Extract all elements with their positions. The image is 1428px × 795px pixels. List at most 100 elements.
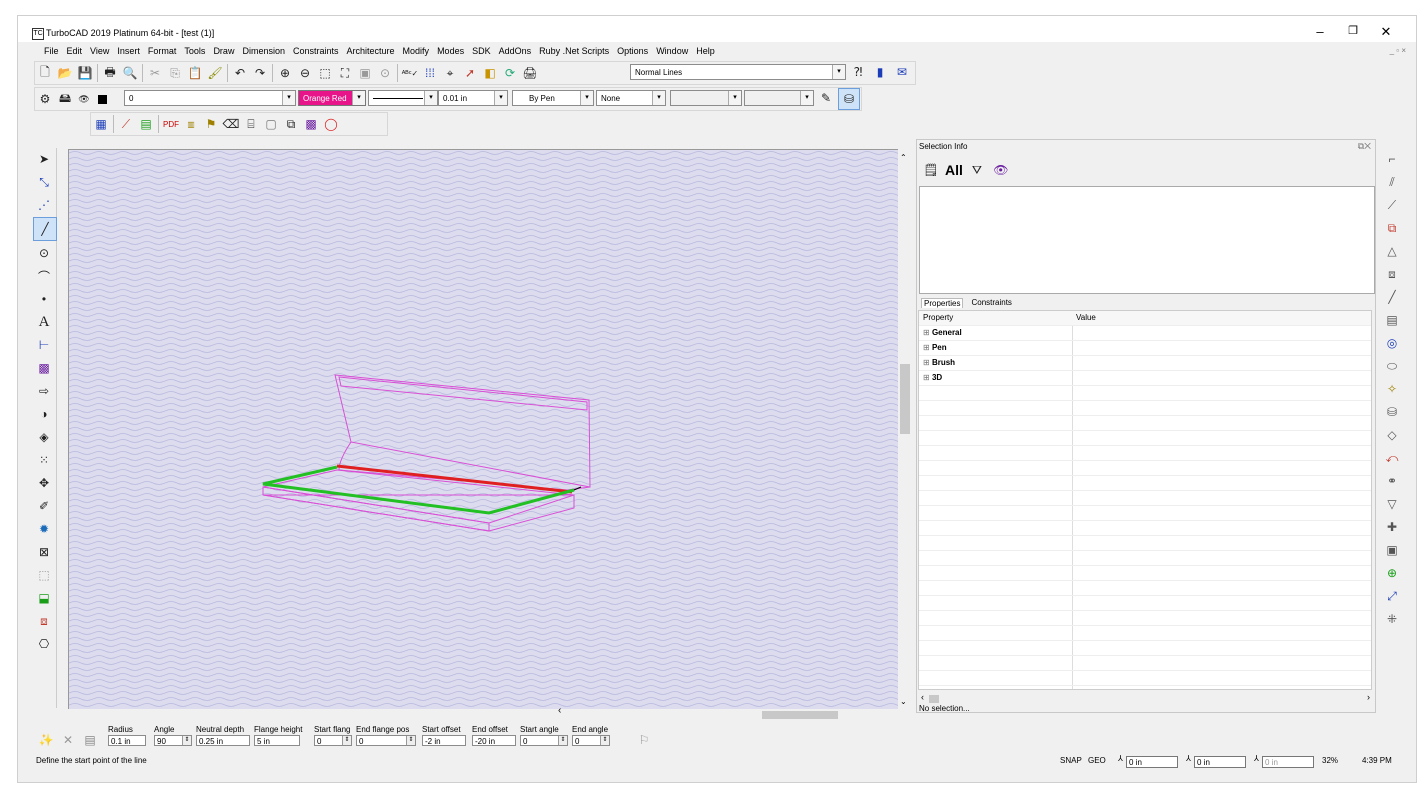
field-input[interactable]: 0 ⇕: [314, 735, 352, 746]
select-all-button[interactable]: All: [945, 162, 963, 178]
modify-16-icon[interactable]: ▽: [1381, 493, 1403, 515]
cancel-icon[interactable]: ✕: [58, 730, 78, 750]
geo-toggle[interactable]: GEO: [1088, 756, 1106, 765]
modify-14-icon[interactable]: ⤺: [1381, 447, 1403, 469]
arrow-select-icon[interactable]: ➤: [33, 148, 55, 170]
ellipse-icon[interactable]: ◯: [321, 114, 341, 134]
3d-icon[interactable]: ⇨: [33, 380, 55, 402]
modify-1-icon[interactable]: ⌐: [1381, 148, 1403, 170]
sphere-icon[interactable]: ◑: [33, 403, 55, 425]
book-icon[interactable]: ▮: [870, 62, 890, 82]
menu-help[interactable]: Help: [692, 44, 719, 58]
zoom-in-icon[interactable]: ⊕: [275, 63, 295, 83]
menu-format[interactable]: Format: [144, 44, 181, 58]
snap-toggle[interactable]: SNAP: [1060, 756, 1082, 765]
field-input[interactable]: 0.1 in: [108, 735, 146, 746]
finish-icon[interactable]: ⚐: [634, 730, 654, 750]
cylinder-icon[interactable]: ⌸: [241, 114, 261, 134]
modify-3-icon[interactable]: ⟋: [1381, 194, 1403, 216]
layer-manager-icon[interactable]: 🖴: [55, 89, 75, 109]
expand-icon[interactable]: ⊞: [923, 373, 932, 382]
pdf-export-icon[interactable]: ▥: [181, 114, 201, 134]
eyedropper-icon[interactable]: ✎: [816, 88, 836, 108]
line-style-combo[interactable]: ▾: [368, 90, 438, 106]
spinner-icon[interactable]: ⇕: [342, 736, 351, 745]
spinner-icon[interactable]: ⇕: [600, 736, 609, 745]
array-icon[interactable]: ⁙: [33, 449, 55, 471]
x-coordinate-field[interactable]: 0 in: [1126, 756, 1178, 768]
hatch-icon[interactable]: ▩: [301, 114, 321, 134]
menu-window[interactable]: Window: [652, 44, 692, 58]
pattern-combo[interactable]: None ▾: [596, 90, 666, 106]
zoom-extents-icon[interactable]: ⛶: [335, 63, 355, 83]
undo-icon[interactable]: ↶: [230, 63, 250, 83]
modify-19-icon[interactable]: ⊕: [1381, 562, 1403, 584]
scroll-up-icon[interactable]: ⌃: [900, 153, 907, 162]
print-icon[interactable]: 🖶: [100, 63, 120, 83]
tab-constraints[interactable]: Constraints: [971, 298, 1011, 308]
property-group-general[interactable]: ⊞ General: [919, 326, 1371, 341]
modify-6-icon[interactable]: ⧈: [1381, 263, 1403, 285]
menu-architecture[interactable]: Architecture: [343, 44, 399, 58]
new-icon[interactable]: 🗋: [35, 63, 55, 83]
menu-modify[interactable]: Modify: [399, 44, 434, 58]
scroll-left-icon[interactable]: ‹: [921, 692, 924, 702]
zoom-page-icon[interactable]: ▣: [355, 63, 375, 83]
property-group-pen[interactable]: ⊞ Pen: [919, 341, 1371, 356]
visibility-icon[interactable]: 👁: [991, 160, 1011, 180]
modify-11-icon[interactable]: ✧: [1381, 378, 1403, 400]
settings-tool-icon[interactable]: ✹: [33, 518, 55, 540]
modify-5-icon[interactable]: △: [1381, 240, 1403, 262]
line-width-combo[interactable]: 0.01 in ▾: [438, 90, 508, 106]
properties-icon[interactable]: 🗒: [921, 160, 941, 180]
menu-file[interactable]: File: [40, 44, 63, 58]
modify-17-icon[interactable]: ✚: [1381, 516, 1403, 538]
modify-8-icon[interactable]: ▤: [1381, 309, 1403, 331]
material-icon[interactable]: ⛁: [838, 88, 860, 110]
expand-icon[interactable]: ⊞: [923, 328, 932, 337]
modify-21-icon[interactable]: ⁜: [1381, 608, 1403, 630]
scroll-thumb[interactable]: [900, 364, 910, 434]
menu-draw[interactable]: Draw: [209, 44, 238, 58]
z-coordinate-field[interactable]: 0 in: [1262, 756, 1314, 768]
menu-addons[interactable]: AddOns: [495, 44, 536, 58]
scroll-right-icon[interactable]: ›: [1367, 692, 1370, 702]
mail-icon[interactable]: ✉: [892, 62, 912, 82]
canvas-horizontal-scrollbar[interactable]: ‹: [68, 705, 898, 721]
flag-icon[interactable]: ⚑: [201, 114, 221, 134]
modify-10-icon[interactable]: ⬭: [1381, 355, 1403, 377]
modify-12-icon[interactable]: ⛁: [1381, 401, 1403, 423]
modify-15-icon[interactable]: ⚭: [1381, 470, 1403, 492]
format-painter-icon[interactable]: 🖌: [205, 63, 225, 83]
field-input[interactable]: 5 in: [254, 735, 300, 746]
spinner-icon[interactable]: ⇕: [406, 736, 415, 745]
edit-tool-icon[interactable]: ✐: [33, 495, 55, 517]
menu-options[interactable]: Options: [613, 44, 652, 58]
scroll-thumb-h[interactable]: [762, 711, 838, 719]
menu-edit[interactable]: Edit: [63, 44, 87, 58]
modify-18-icon[interactable]: ▣: [1381, 539, 1403, 561]
circle-icon[interactable]: ⊙: [33, 242, 55, 264]
menu-insert[interactable]: Insert: [113, 44, 144, 58]
field-input[interactable]: 0 ⇕: [520, 735, 568, 746]
property-group-brush[interactable]: ⊞ Brush: [919, 356, 1371, 371]
select-icon[interactable]: ➚: [460, 63, 480, 83]
wizard-icon[interactable]: ✨: [36, 730, 56, 750]
panel-close-icon[interactable]: ⧉✕: [1358, 141, 1371, 152]
render-icon[interactable]: ⟳: [500, 63, 520, 83]
pen-combo[interactable]: By Pen ▾: [512, 90, 594, 106]
camera-icon[interactable]: ⎔: [33, 633, 55, 655]
zoom-window-icon[interactable]: ⬚: [315, 63, 335, 83]
spinner-icon[interactable]: ⇕: [558, 736, 567, 745]
modify-7-icon[interactable]: ╱: [1381, 286, 1403, 308]
menu-dimension[interactable]: Dimension: [238, 44, 289, 58]
property-group-3d[interactable]: ⊞ 3D: [919, 371, 1371, 386]
text-icon[interactable]: A: [33, 311, 55, 333]
y-coordinate-field[interactable]: 0 in: [1194, 756, 1246, 768]
menu-constraints[interactable]: Constraints: [289, 44, 343, 58]
print-preview-icon[interactable]: 🔍: [120, 63, 140, 83]
tab-properties[interactable]: Properties: [921, 298, 964, 308]
node-edit-icon[interactable]: ⤡: [33, 171, 55, 193]
menu-modes[interactable]: Modes: [433, 44, 468, 58]
restore-button[interactable]: ❐: [1343, 24, 1363, 37]
